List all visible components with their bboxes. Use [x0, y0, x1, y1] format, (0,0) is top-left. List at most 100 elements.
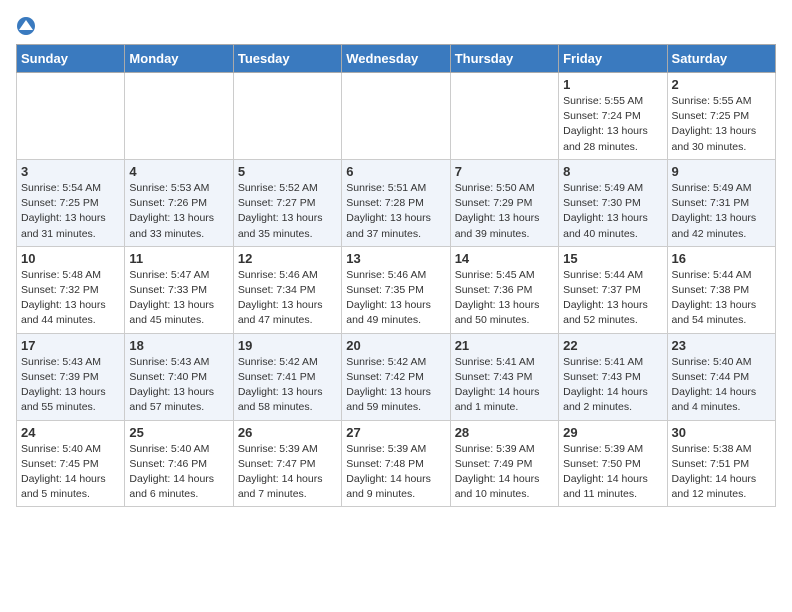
day-info: Sunrise: 5:42 AM Sunset: 7:42 PM Dayligh… — [346, 355, 445, 416]
day-number: 2 — [672, 77, 771, 92]
calendar-cell: 11 Sunrise: 5:47 AM Sunset: 7:33 PM Dayli… — [125, 246, 233, 333]
calendar-cell: 6 Sunrise: 5:51 AM Sunset: 7:28 PM Daylig… — [342, 159, 450, 246]
day-number: 4 — [129, 164, 228, 179]
calendar-cell: 15Sunrise: 5:44 AM Sunset: 7:37 PM Dayli… — [559, 246, 667, 333]
day-info: Sunrise: 5:44 AM Sunset: 7:37 PM Dayligh… — [563, 268, 662, 329]
day-number: 28 — [455, 425, 554, 440]
calendar-cell: 2Sunrise: 5:55 AM Sunset: 7:25 PM Daylig… — [667, 73, 775, 160]
calendar-cell: 14Sunrise: 5:45 AM Sunset: 7:36 PM Dayli… — [450, 246, 558, 333]
day-number: 24 — [21, 425, 120, 440]
calendar-cell — [125, 73, 233, 160]
day-number: 1 — [563, 77, 662, 92]
calendar-cell: 18 Sunrise: 5:43 AM Sunset: 7:40 PM Dayli… — [125, 333, 233, 420]
day-info: Sunrise: 5:52 AM Sunset: 7:27 PM Dayligh… — [238, 181, 337, 242]
calendar-cell — [233, 73, 341, 160]
day-info: Sunrise: 5:47 AM Sunset: 7:33 PM Dayligh… — [129, 268, 228, 329]
calendar-cell: 26 Sunrise: 5:39 AM Sunset: 7:47 PM Dayli… — [233, 420, 341, 507]
day-info: Sunrise: 5:38 AM Sunset: 7:51 PM Dayligh… — [672, 442, 771, 503]
day-number: 29 — [563, 425, 662, 440]
calendar-cell: 5 Sunrise: 5:52 AM Sunset: 7:27 PM Daylig… — [233, 159, 341, 246]
calendar-cell: 4 Sunrise: 5:53 AM Sunset: 7:26 PM Daylig… — [125, 159, 233, 246]
weekday-header-wednesday: Wednesday — [342, 45, 450, 73]
calendar-cell: 27 Sunrise: 5:39 AM Sunset: 7:48 PM Dayli… — [342, 420, 450, 507]
weekday-header-saturday: Saturday — [667, 45, 775, 73]
day-number: 6 — [346, 164, 445, 179]
week-row-2: 3 Sunrise: 5:54 AM Sunset: 7:25 PM Daylig… — [17, 159, 776, 246]
day-number: 23 — [672, 338, 771, 353]
weekday-header-monday: Monday — [125, 45, 233, 73]
day-info: Sunrise: 5:55 AM Sunset: 7:24 PM Dayligh… — [563, 94, 662, 155]
day-number: 27 — [346, 425, 445, 440]
calendar-table: SundayMondayTuesdayWednesdayThursdayFrid… — [16, 44, 776, 507]
logo — [16, 16, 40, 36]
weekday-header-sunday: Sunday — [17, 45, 125, 73]
calendar-cell: 25 Sunrise: 5:40 AM Sunset: 7:46 PM Dayli… — [125, 420, 233, 507]
calendar-cell — [342, 73, 450, 160]
day-info: Sunrise: 5:40 AM Sunset: 7:45 PM Dayligh… — [21, 442, 120, 503]
day-info: Sunrise: 5:48 AM Sunset: 7:32 PM Dayligh… — [21, 268, 120, 329]
week-row-4: 17 Sunrise: 5:43 AM Sunset: 7:39 PM Dayli… — [17, 333, 776, 420]
calendar-cell: 9Sunrise: 5:49 AM Sunset: 7:31 PM Daylig… — [667, 159, 775, 246]
day-info: Sunrise: 5:53 AM Sunset: 7:26 PM Dayligh… — [129, 181, 228, 242]
calendar-cell: 12Sunrise: 5:46 AM Sunset: 7:34 PM Dayli… — [233, 246, 341, 333]
day-info: Sunrise: 5:50 AM Sunset: 7:29 PM Dayligh… — [455, 181, 554, 242]
logo-icon — [16, 16, 36, 36]
day-number: 19 — [238, 338, 337, 353]
week-row-5: 24 Sunrise: 5:40 AM Sunset: 7:45 PM Dayli… — [17, 420, 776, 507]
calendar-cell: 28 Sunrise: 5:39 AM Sunset: 7:49 PM Dayli… — [450, 420, 558, 507]
calendar-cell: 29 Sunrise: 5:39 AM Sunset: 7:50 PM Dayli… — [559, 420, 667, 507]
calendar-cell — [17, 73, 125, 160]
day-number: 25 — [129, 425, 228, 440]
day-number: 14 — [455, 251, 554, 266]
day-info: Sunrise: 5:49 AM Sunset: 7:30 PM Dayligh… — [563, 181, 662, 242]
calendar-cell: 1 Sunrise: 5:55 AM Sunset: 7:24 PM Daylig… — [559, 73, 667, 160]
day-number: 10 — [21, 251, 120, 266]
calendar-cell: 21Sunrise: 5:41 AM Sunset: 7:43 PM Dayli… — [450, 333, 558, 420]
day-info: Sunrise: 5:40 AM Sunset: 7:46 PM Dayligh… — [129, 442, 228, 503]
day-number: 26 — [238, 425, 337, 440]
day-number: 7 — [455, 164, 554, 179]
calendar-cell: 3 Sunrise: 5:54 AM Sunset: 7:25 PM Daylig… — [17, 159, 125, 246]
day-info: Sunrise: 5:43 AM Sunset: 7:40 PM Dayligh… — [129, 355, 228, 416]
day-number: 13 — [346, 251, 445, 266]
day-number: 21 — [455, 338, 554, 353]
day-info: Sunrise: 5:46 AM Sunset: 7:35 PM Dayligh… — [346, 268, 445, 329]
day-number: 18 — [129, 338, 228, 353]
day-number: 5 — [238, 164, 337, 179]
page-header — [16, 16, 776, 36]
day-number: 16 — [672, 251, 771, 266]
calendar-cell — [450, 73, 558, 160]
day-info: Sunrise: 5:41 AM Sunset: 7:43 PM Dayligh… — [563, 355, 662, 416]
day-info: Sunrise: 5:54 AM Sunset: 7:25 PM Dayligh… — [21, 181, 120, 242]
day-number: 3 — [21, 164, 120, 179]
calendar-cell: 23Sunrise: 5:40 AM Sunset: 7:44 PM Dayli… — [667, 333, 775, 420]
day-info: Sunrise: 5:43 AM Sunset: 7:39 PM Dayligh… — [21, 355, 120, 416]
day-info: Sunrise: 5:39 AM Sunset: 7:49 PM Dayligh… — [455, 442, 554, 503]
day-number: 11 — [129, 251, 228, 266]
day-number: 9 — [672, 164, 771, 179]
day-info: Sunrise: 5:39 AM Sunset: 7:50 PM Dayligh… — [563, 442, 662, 503]
calendar-cell: 20 Sunrise: 5:42 AM Sunset: 7:42 PM Dayli… — [342, 333, 450, 420]
day-number: 17 — [21, 338, 120, 353]
weekday-header-tuesday: Tuesday — [233, 45, 341, 73]
day-number: 22 — [563, 338, 662, 353]
weekday-header-friday: Friday — [559, 45, 667, 73]
day-info: Sunrise: 5:44 AM Sunset: 7:38 PM Dayligh… — [672, 268, 771, 329]
calendar-cell: 13 Sunrise: 5:46 AM Sunset: 7:35 PM Dayli… — [342, 246, 450, 333]
day-number: 30 — [672, 425, 771, 440]
day-number: 8 — [563, 164, 662, 179]
calendar-cell: 22 Sunrise: 5:41 AM Sunset: 7:43 PM Dayli… — [559, 333, 667, 420]
day-number: 20 — [346, 338, 445, 353]
calendar-cell: 8 Sunrise: 5:49 AM Sunset: 7:30 PM Daylig… — [559, 159, 667, 246]
day-info: Sunrise: 5:39 AM Sunset: 7:47 PM Dayligh… — [238, 442, 337, 503]
calendar-cell: 24 Sunrise: 5:40 AM Sunset: 7:45 PM Dayli… — [17, 420, 125, 507]
calendar-cell: 7 Sunrise: 5:50 AM Sunset: 7:29 PM Daylig… — [450, 159, 558, 246]
day-info: Sunrise: 5:42 AM Sunset: 7:41 PM Dayligh… — [238, 355, 337, 416]
calendar-cell: 16 Sunrise: 5:44 AM Sunset: 7:38 PM Dayli… — [667, 246, 775, 333]
day-info: Sunrise: 5:39 AM Sunset: 7:48 PM Dayligh… — [346, 442, 445, 503]
weekday-header-row: SundayMondayTuesdayWednesdayThursdayFrid… — [17, 45, 776, 73]
calendar-cell: 10 Sunrise: 5:48 AM Sunset: 7:32 PM Dayli… — [17, 246, 125, 333]
calendar-cell: 17 Sunrise: 5:43 AM Sunset: 7:39 PM Dayli… — [17, 333, 125, 420]
day-info: Sunrise: 5:51 AM Sunset: 7:28 PM Dayligh… — [346, 181, 445, 242]
week-row-1: 1 Sunrise: 5:55 AM Sunset: 7:24 PM Daylig… — [17, 73, 776, 160]
